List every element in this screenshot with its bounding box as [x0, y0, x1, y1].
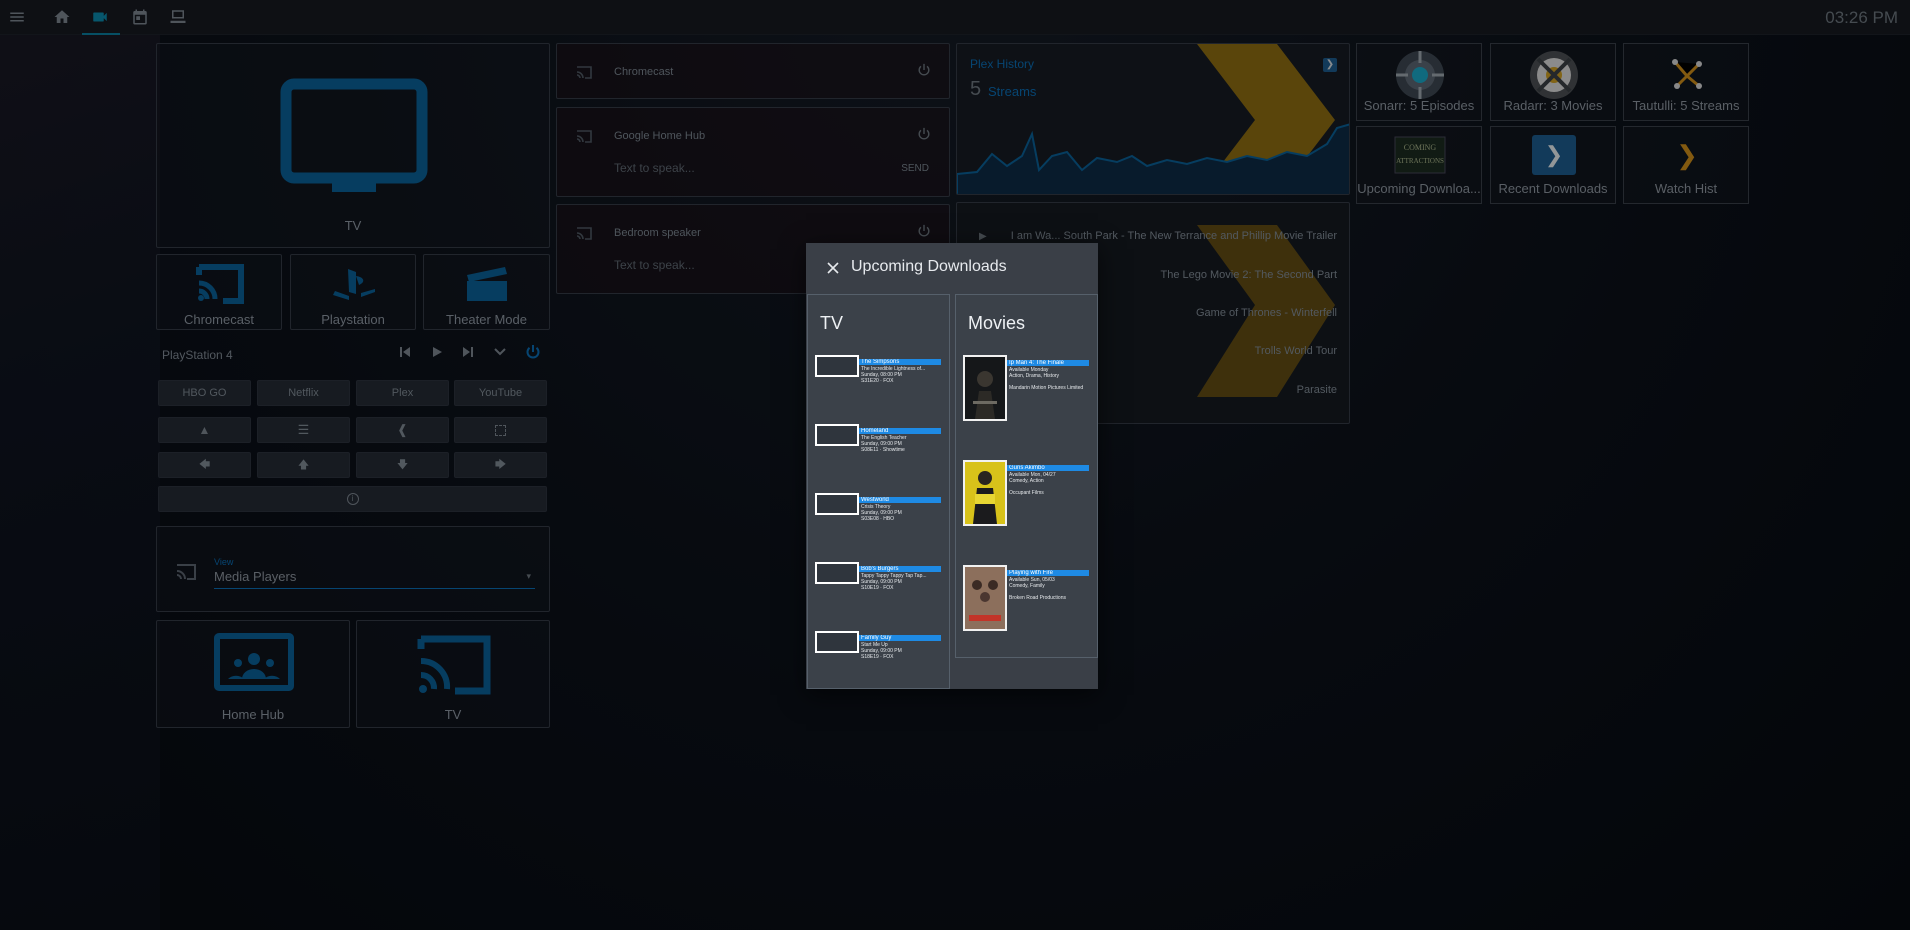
list-item[interactable]: Westworld Crisis Theory Sunday, 09:00 PM…: [815, 493, 943, 523]
list-item[interactable]: Homeland The English Teacher Sunday, 09:…: [815, 424, 943, 454]
tv-panel-header: TV: [820, 313, 844, 333]
guns-akimbo-poster-art: [965, 462, 1005, 524]
tv-panel: TV The Simpsons The Incredible Lightness…: [807, 294, 950, 689]
show-title: Bob's Burgers: [859, 566, 941, 572]
movie-title: Playing with Fire: [1007, 570, 1089, 576]
show-thumbnail: [815, 424, 859, 446]
list-item[interactable]: Family Guy Start Me Up Sunday, 09:00 PM …: [815, 631, 943, 661]
ip-man-poster-art: [965, 357, 1005, 419]
dialog-title: Upcoming Downloads: [851, 258, 1007, 275]
show-thumbnail: [815, 631, 859, 653]
movies-panel-header: Movies: [968, 313, 1026, 333]
episode-info: S18E19 · FOX: [861, 654, 894, 660]
episode-info: S08E11 · Showtime: [861, 447, 905, 453]
movie-genres: Comedy, Family: [1009, 583, 1045, 589]
show-title: Family Guy: [859, 635, 941, 641]
movie-poster[interactable]: [963, 460, 1007, 526]
movie-studio: Broken Road Productions: [1009, 595, 1066, 601]
movie-title: Ip Man 4: The Finale: [1007, 360, 1089, 366]
close-icon[interactable]: [826, 261, 840, 275]
show-thumbnail: [815, 562, 859, 584]
show-title: Westworld: [859, 497, 941, 503]
movie-genres: Action, Drama, History: [1009, 373, 1060, 379]
list-item[interactable]: The Simpsons The Incredible Lightness of…: [815, 355, 943, 385]
playing-with-fire-poster-art: [965, 567, 1005, 629]
episode-info: S10E19 · FOX: [861, 585, 894, 591]
movie-studio: Occupant Films: [1009, 490, 1044, 496]
movie-title: Guns Akimbo: [1007, 465, 1089, 471]
episode-info: S31E20 · FOX: [861, 378, 894, 384]
show-thumbnail: [815, 493, 859, 515]
movie-studio: Mandarin Motion Pictures Limited: [1009, 385, 1084, 391]
movie-poster[interactable]: [963, 355, 1007, 421]
movie-genres: Comedy, Action: [1009, 478, 1044, 484]
episode-info: S03E08 · HBO: [861, 516, 895, 522]
movies-panel: Movies Ip Man 4: The Finale Available Mo…: [955, 294, 1098, 658]
movie-poster[interactable]: [963, 565, 1007, 631]
upcoming-downloads-dialog: Upcoming Downloads TV The Simpsons The I…: [806, 243, 1098, 689]
list-item[interactable]: Bob's Burgers Tappy Tappy Tappy Tap Tap.…: [815, 562, 943, 592]
show-thumbnail: [815, 355, 859, 377]
show-title: The Simpsons: [859, 359, 941, 365]
dashboard: 03:26 PM TV Chromecast Playstation Theat…: [0, 0, 1910, 930]
show-title: Homeland: [859, 428, 941, 434]
